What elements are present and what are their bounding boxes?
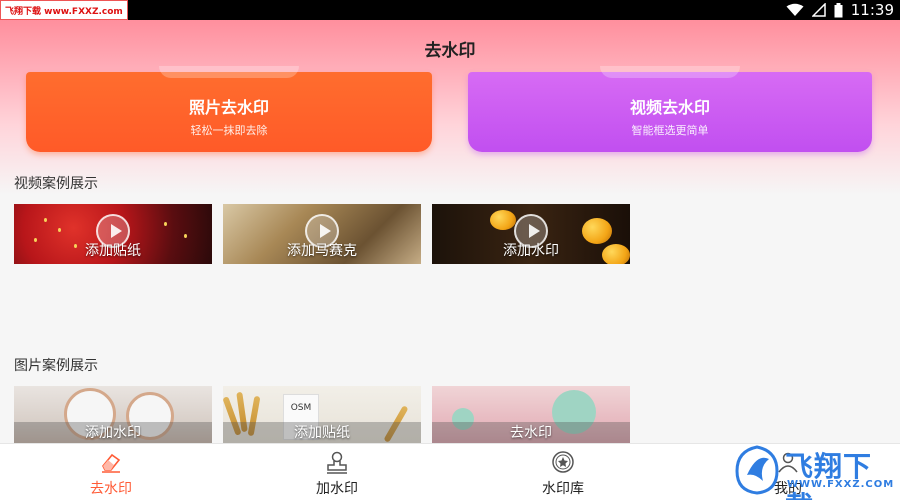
watermark-badge-text: 飞翔下载 www.FXXZ.com [5,6,123,17]
card-notch [600,66,740,78]
card-notch [159,66,299,78]
watermark-badge: 飞翔下载 www.FXXZ.com [0,0,128,20]
nav-tab-add-watermark[interactable]: 加水印 [277,444,397,500]
wifi-icon [786,3,804,17]
image-case-thumbnail[interactable]: 去水印 [432,386,630,446]
signal-icon [811,3,826,17]
thumbnail-label: 添加贴纸 [294,425,350,441]
card-subtitle: 智能框选更简单 [631,124,709,137]
video-watermark-removal-card[interactable]: 视频去水印 智能框选更简单 [468,66,872,152]
site-watermark-logo: 飞翔下载 WWW.FXXZ.COM [733,441,895,500]
thumbnail-label: 添加马赛克 [287,243,357,259]
nav-tab-remove-watermark[interactable]: 去水印 [51,444,171,500]
nav-label: 加水印 [316,481,358,497]
status-indicators: 11:39 [786,0,894,20]
image-cases-title: 图片案例展示 [14,358,98,374]
thumbnail-label: 去水印 [510,425,552,441]
clock: 11:39 [850,1,894,19]
site-logo-icon [735,445,779,495]
page-title: 去水印 [424,41,476,61]
thumbnail-label: 添加水印 [503,243,559,259]
image-case-thumbnail[interactable]: 添加水印 [14,386,212,446]
video-case-thumbnail[interactable]: 添加马赛克 [223,204,421,264]
site-watermark-url: WWW.FXXZ.COM [787,479,895,490]
card-title: 视频去水印 [629,98,710,117]
card-title: 照片去水印 [188,98,269,117]
battery-icon [834,2,843,18]
badge-library-icon [551,450,575,474]
nav-label: 水印库 [542,481,584,497]
photo-watermark-removal-card[interactable]: 照片去水印 轻松一抹即去除 [26,66,432,152]
site-watermark-brand: 飞翔下载 [785,450,873,500]
image-case-thumbnail[interactable]: OSM 添加贴纸 [223,386,421,446]
eraser-icon [99,450,123,474]
card-subtitle: 轻松一抹即去除 [190,124,268,137]
nav-label: 去水印 [90,481,132,497]
thumbnail-label: 添加贴纸 [85,243,141,259]
thumbnail-label: 添加水印 [85,425,141,441]
stamp-icon [325,450,349,474]
video-case-thumbnail[interactable]: 添加水印 [432,204,630,264]
status-bar: 飞翔下载 www.FXXZ.com 11:39 [0,0,900,20]
video-cases-title: 视频案例展示 [14,176,98,192]
nav-tab-watermark-library[interactable]: 水印库 [503,444,623,500]
video-case-thumbnail[interactable]: 添加贴纸 [14,204,212,264]
